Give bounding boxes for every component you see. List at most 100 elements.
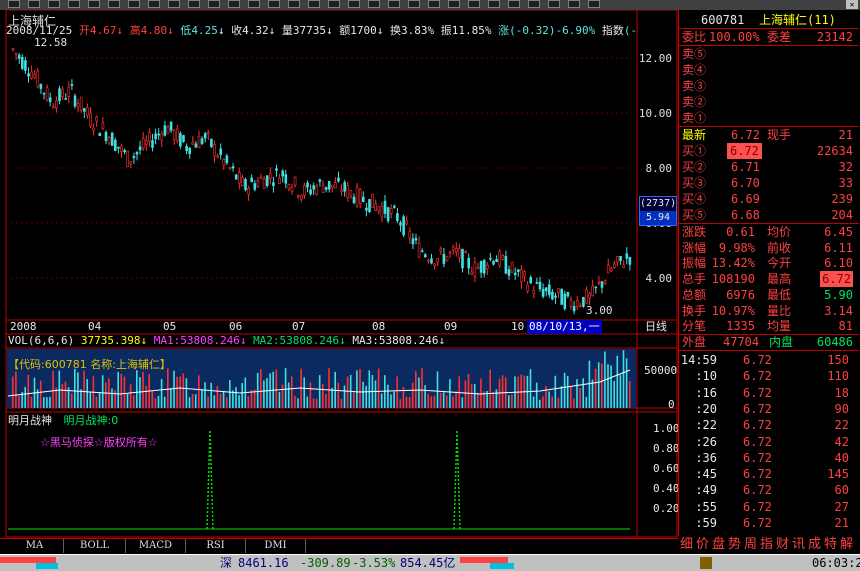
info-low-label: 低 [180,25,192,37]
ask-row: 卖⑤ [679,46,859,62]
volume-bar [532,396,535,408]
candle-body [470,271,474,275]
status-icon[interactable] [700,557,712,569]
toolbar-button[interactable] [408,0,420,8]
volume-bar [52,370,54,408]
candle-body [368,199,371,213]
toolbar-button[interactable] [368,0,380,8]
arrow-down-icon: ↓ [339,334,346,347]
panel-tab[interactable]: 成 [808,536,821,554]
panel-tab[interactable]: 细 [680,536,693,554]
toolbar-button[interactable] [388,0,400,8]
volume-bar [622,350,625,408]
candle-body [575,300,579,307]
toolbar-button[interactable] [328,0,340,8]
stat-label: 分笔 [682,319,707,334]
time-axis-label: 08 [372,320,386,333]
volume-bar [160,378,163,408]
toolbar-button[interactable] [248,0,260,8]
candle-body [554,295,557,298]
volume-bar [551,396,553,408]
toolbar-button[interactable] [28,0,40,8]
volume-bar [607,364,609,408]
toolbar-button[interactable] [88,0,100,8]
candle-body [210,138,213,147]
tick-time: :36 [695,450,717,465]
candle-body [498,251,502,266]
candle-body [374,203,378,211]
toolbar-button[interactable] [228,0,240,8]
toolbar-button[interactable] [188,0,200,8]
toolbar-button[interactable] [488,0,500,8]
toolbar-button[interactable] [568,0,580,8]
candle-body [380,206,384,218]
volume-bar [616,355,619,408]
candle-body [495,259,498,263]
panel-tab[interactable]: 盘 [712,536,725,554]
volume-bar [436,371,439,408]
toolbar-button[interactable] [128,0,140,8]
tab-dmi[interactable]: DMI [246,539,306,553]
toolbar-button[interactable] [168,0,180,8]
toolbar-button[interactable] [548,0,560,8]
ind-axis-label: 1.00 [653,422,680,435]
stat-label: 涨跌 [682,225,707,239]
candle-body [191,141,195,145]
kline-chart[interactable]: 12.0010.008.006.004.00 [0,10,678,538]
info-vol: 37735 [292,25,326,37]
toolbar-button[interactable] [348,0,360,8]
toolbar-button[interactable] [308,0,320,8]
tab-macd[interactable]: MACD [126,539,186,553]
candle-body [439,248,443,252]
period-label[interactable]: 日线 [645,320,667,334]
candle-body [315,186,319,195]
candle-body [296,195,300,198]
tab-boll[interactable]: BOLL [64,539,126,553]
bid-row: 买① 6.72 22634 [679,143,859,159]
candle-body [160,133,164,141]
toolbar-button[interactable] [428,0,440,8]
tab-rsi[interactable]: RSI [186,539,246,553]
low-mark-label: 3.00 [586,304,613,317]
candle-body [203,133,207,139]
panel-tab[interactable]: 讯 [792,536,805,554]
toolbar-button[interactable] [148,0,160,8]
stat-value: 6.10 [824,256,853,271]
toolbar-button[interactable] [268,0,280,8]
panel-tab[interactable]: 解 [840,536,853,554]
toolbar-button[interactable] [68,0,80,8]
panel-tab[interactable]: 特 [824,536,837,554]
candle-body [436,258,440,263]
toolbar-button[interactable] [208,0,220,8]
panel-tab[interactable]: 价 [696,536,709,554]
price-axis-label: 10.00 [639,107,672,120]
candlesticks [11,47,632,315]
toolbar-button[interactable] [508,0,520,8]
candle-body [234,174,238,180]
toolbar-button[interactable] [48,0,60,8]
candle-body [172,130,176,141]
candle-body [207,132,210,134]
panel-tab[interactable]: 财 [776,536,789,554]
toolbar-button[interactable] [528,0,540,8]
toolbar-button[interactable] [288,0,300,8]
candle-body [597,281,601,284]
toolbar-button[interactable] [108,0,120,8]
candle-body [287,184,291,190]
toolbar-button[interactable] [8,0,20,8]
panel-tab[interactable]: 指 [760,536,773,554]
tab-ma[interactable]: MA [6,539,64,553]
volume-bar [222,390,225,408]
tick-row: 14:59 6.72 150 [679,352,859,368]
candle-body [238,172,241,184]
candle-body [504,255,508,274]
volume-bar [588,360,591,408]
volume-bar [520,374,522,408]
toolbar-button[interactable] [448,0,460,8]
toolbar-button[interactable] [588,0,600,8]
panel-tab[interactable]: 势 [728,536,741,554]
panel-tab[interactable]: 周 [744,536,757,554]
ind-axis-label: 0.80 [653,442,680,455]
close-icon[interactable]: ✕ [846,0,858,9]
toolbar-button[interactable] [468,0,480,8]
